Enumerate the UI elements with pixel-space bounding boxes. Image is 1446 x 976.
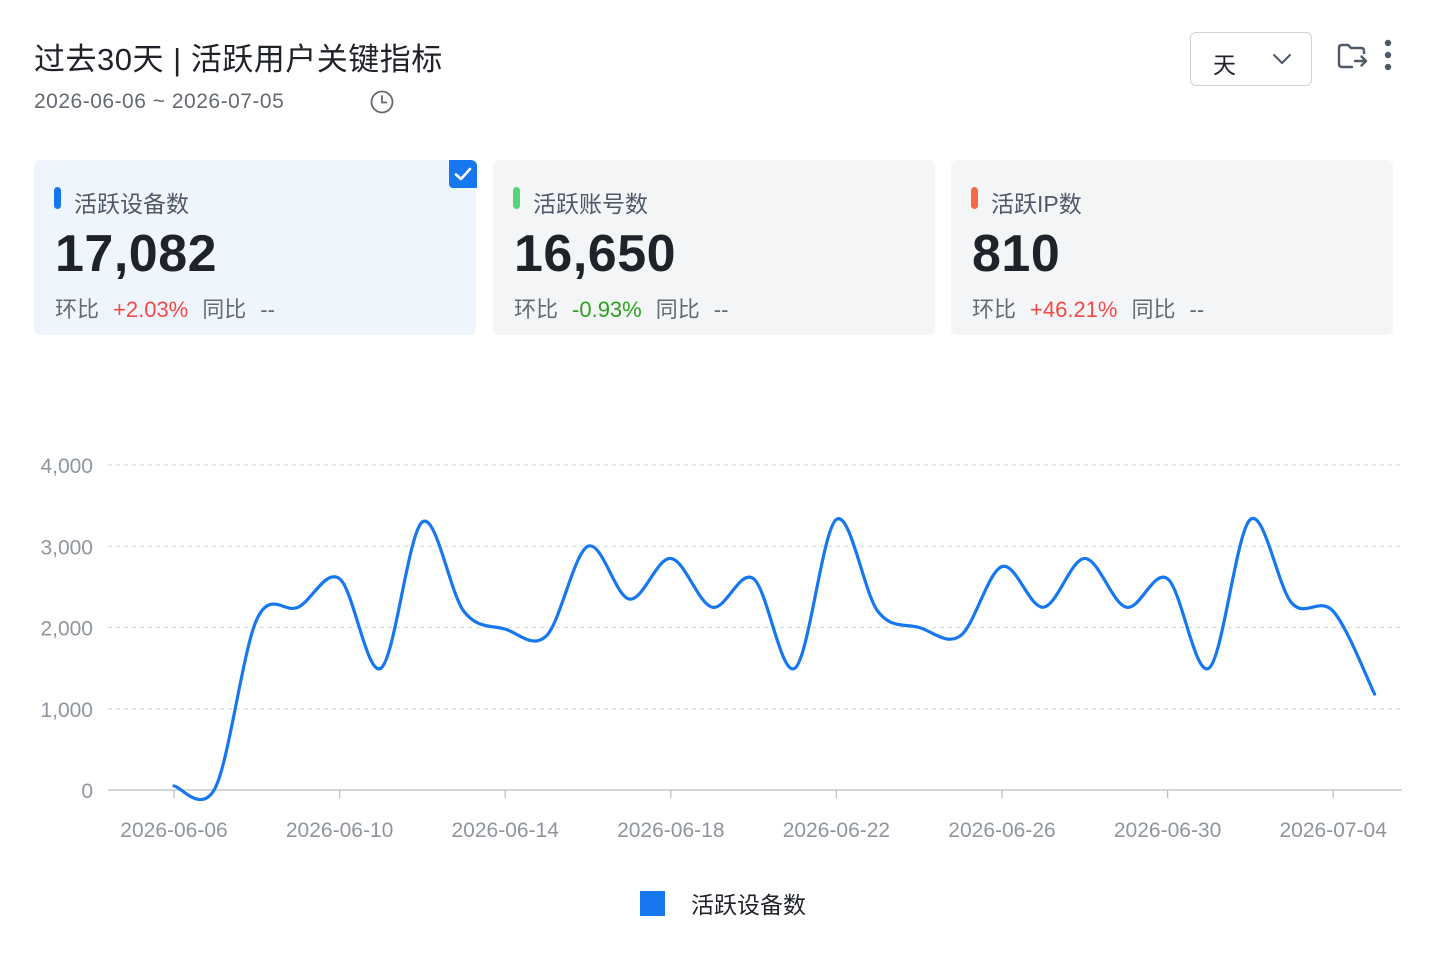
data-point xyxy=(419,519,425,525)
y-tick-label: 0 xyxy=(81,780,93,803)
y-tick-label: 4,000 xyxy=(40,455,93,478)
folder-export-icon[interactable] xyxy=(1336,40,1368,72)
yoy-label: 同比 xyxy=(1131,297,1176,322)
data-point xyxy=(585,543,591,549)
data-point xyxy=(1289,600,1295,606)
legend-swatch xyxy=(640,890,665,916)
x-tick-label: 2026-06-30 xyxy=(1114,819,1221,842)
metric-card-active-accounts[interactable]: 活跃账号数 16,650 环比 -0.93% 同比 -- xyxy=(493,160,935,335)
card-title: 过去30天 | 活跃用户关键指标 xyxy=(34,42,443,77)
data-point xyxy=(171,783,177,789)
chevron-down-icon xyxy=(1273,54,1291,64)
data-point xyxy=(999,564,1005,570)
mom-label: 环比 xyxy=(972,297,1017,322)
data-point xyxy=(668,555,674,561)
data-point xyxy=(875,608,881,614)
data-point xyxy=(792,665,798,671)
mom-label: 环比 xyxy=(514,297,559,322)
x-tick-label: 2026-06-14 xyxy=(451,819,559,842)
mom-value: +2.03% xyxy=(113,297,189,322)
yoy-label: 同比 xyxy=(655,297,700,322)
data-point xyxy=(1206,665,1212,671)
x-tick-label: 2026-06-18 xyxy=(617,819,724,842)
data-point xyxy=(502,626,508,632)
checkbox-checked-icon[interactable] xyxy=(449,160,477,188)
data-point xyxy=(1165,576,1171,582)
x-tick-label: 2026-06-10 xyxy=(286,819,393,842)
data-point xyxy=(958,633,964,639)
data-point xyxy=(295,604,301,610)
x-tick-label: 2026-07-04 xyxy=(1279,819,1387,842)
yoy-value: -- xyxy=(1189,297,1205,322)
data-point xyxy=(378,665,384,671)
y-tick-label: 3,000 xyxy=(40,536,93,559)
data-point xyxy=(709,604,715,610)
data-point xyxy=(833,516,839,522)
data-point xyxy=(1082,555,1088,561)
series-line xyxy=(172,516,1377,802)
data-point xyxy=(1247,516,1253,522)
data-point xyxy=(916,625,922,631)
x-tick-label: 2026-06-06 xyxy=(120,819,227,842)
metric-name: 活跃设备数 xyxy=(74,191,189,217)
x-tick-label: 2026-06-22 xyxy=(783,819,890,842)
period-select[interactable]: 天 xyxy=(1190,32,1312,86)
metric-name: 活跃账号数 xyxy=(533,191,648,217)
data-point xyxy=(1372,691,1378,697)
mom-value: -0.93% xyxy=(572,297,642,322)
line-chart[interactable]: 0 1,000 2,000 3,000 4,000 2026-06-06 2026-06-1… xyxy=(0,420,1446,860)
period-select-value: 天 xyxy=(1213,52,1236,78)
chart-legend[interactable]: 活跃设备数 xyxy=(640,886,806,920)
legend-label: 活跃设备数 xyxy=(691,892,806,918)
x-tick-label: 2026-06-26 xyxy=(948,819,1055,842)
metric-compare: 环比 -0.93% 同比 -- xyxy=(514,292,742,324)
metric-color-bar xyxy=(971,187,978,209)
date-range: 2026-06-06 ~ 2026-07-05 xyxy=(34,90,285,113)
mom-value: +46.21% xyxy=(1030,297,1118,322)
y-tick-label: 1,000 xyxy=(40,699,93,722)
data-point xyxy=(751,576,757,582)
yoy-label: 同比 xyxy=(202,297,247,322)
metric-name: 活跃IP数 xyxy=(991,191,1082,217)
data-point xyxy=(1123,604,1129,610)
metric-value: 16,650 xyxy=(514,225,677,283)
data-point xyxy=(544,633,550,639)
data-point xyxy=(254,616,260,622)
metric-value: 810 xyxy=(972,225,1061,283)
data-point xyxy=(461,608,467,614)
clock-icon[interactable] xyxy=(369,89,395,115)
metric-compare: 环比 +2.03% 同比 -- xyxy=(55,292,289,324)
data-point xyxy=(626,596,632,602)
data-point xyxy=(1040,604,1046,610)
data-point xyxy=(1330,608,1336,614)
metric-card-active-ips[interactable]: 活跃IP数 810 环比 +46.21% 同比 -- xyxy=(951,160,1393,335)
metric-value: 17,082 xyxy=(55,225,218,283)
yoy-value: -- xyxy=(713,297,729,322)
metric-color-bar xyxy=(513,187,520,209)
metric-compare: 环比 +46.21% 同比 -- xyxy=(972,292,1218,324)
data-point xyxy=(212,785,218,791)
more-vertical-icon[interactable] xyxy=(1378,38,1398,72)
y-tick-label: 2,000 xyxy=(40,618,93,641)
metric-card-active-devices[interactable]: 活跃设备数 17,082 环比 +2.03% 同比 -- xyxy=(34,160,477,335)
metric-color-bar xyxy=(54,187,61,209)
mom-label: 环比 xyxy=(55,297,100,322)
data-point xyxy=(337,576,343,582)
yoy-value: -- xyxy=(260,297,275,322)
